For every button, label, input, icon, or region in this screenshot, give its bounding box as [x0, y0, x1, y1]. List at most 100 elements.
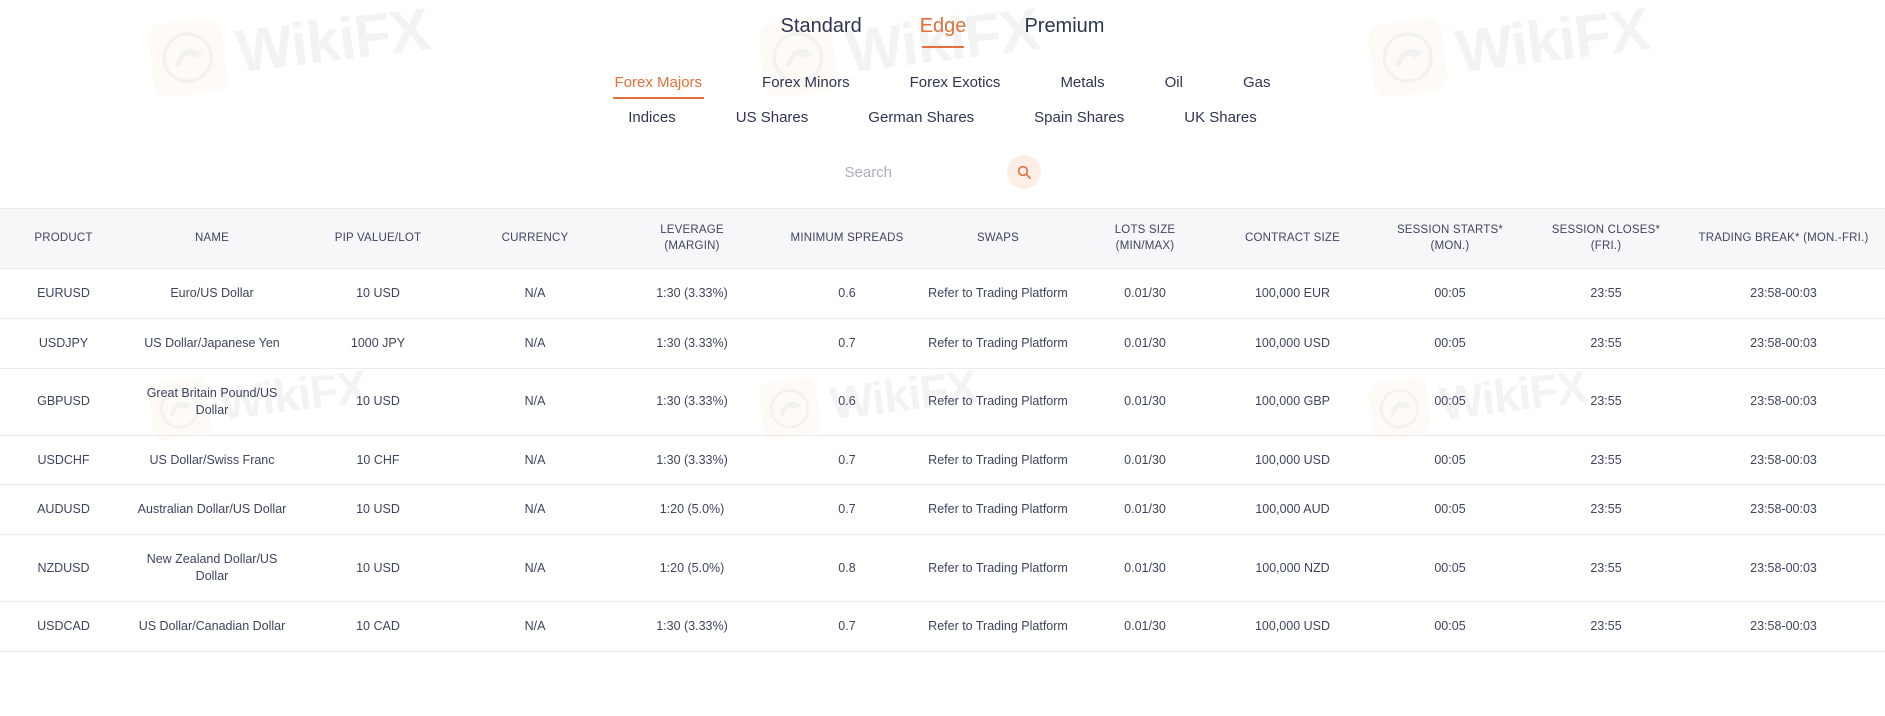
- col-trading-break: TRADING BREAK* (MON.-FRI.): [1698, 231, 1869, 244]
- table-row: NZDUSD New Zealand Dollar/US Dollar 10 U…: [0, 534, 1885, 603]
- cell-name: US Dollar/Canadian Dollar: [127, 601, 297, 652]
- cell-product: USDJPY: [0, 318, 127, 369]
- nav-forex-majors[interactable]: Forex Majors: [585, 74, 733, 99]
- cell-pip-value-lot: 10 USD: [297, 484, 459, 536]
- cell-pip-value-lot: 10 CAD: [297, 601, 459, 652]
- cell-trading-break: 23:58-00:03: [1682, 435, 1885, 486]
- table-body: EURUSD Euro/US Dollar 10 USD N/A 1:30 (3…: [0, 268, 1885, 652]
- cell-swaps: Refer to Trading Platform: [921, 368, 1075, 436]
- cell-lots-size: 0.01/30: [1075, 601, 1215, 652]
- cell-session-closes: 23:55: [1530, 534, 1682, 603]
- cell-leverage: 1:30 (3.33%): [611, 268, 773, 319]
- col-contract-size: CONTRACT SIZE: [1244, 231, 1341, 244]
- conditions-table-wrapper: PRODUCT NAME PIP VALUE/LOT CURRENCY LEVE…: [0, 208, 1885, 652]
- tab-edge[interactable]: Edge: [920, 15, 966, 48]
- cell-product: USDCAD: [0, 601, 127, 652]
- col-currency: CURRENCY: [501, 231, 569, 244]
- cell-session-closes: 23:55: [1530, 435, 1682, 486]
- cell-product: AUDUSD: [0, 484, 127, 536]
- cell-trading-break: 23:58-00:03: [1682, 318, 1885, 369]
- tab-standard[interactable]: Standard: [781, 15, 862, 48]
- nav-us-shares[interactable]: US Shares: [706, 109, 839, 134]
- cell-leverage: 1:30 (3.33%): [611, 368, 773, 436]
- cell-currency: N/A: [459, 268, 611, 319]
- cell-lots-size: 0.01/30: [1075, 318, 1215, 369]
- cell-session-starts: 00:05: [1370, 435, 1530, 486]
- col-swaps: SWAPS: [976, 231, 1020, 244]
- cell-session-closes: 23:55: [1530, 601, 1682, 652]
- cell-leverage: 1:30 (3.33%): [611, 435, 773, 486]
- table-row: USDCHF US Dollar/Swiss Franc 10 CHF N/A …: [0, 435, 1885, 486]
- cell-trading-break: 23:58-00:03: [1682, 601, 1885, 652]
- cell-session-starts: 00:05: [1370, 268, 1530, 319]
- nav-spain-shares[interactable]: Spain Shares: [1004, 109, 1154, 134]
- nav-forex-minors[interactable]: Forex Minors: [732, 74, 880, 99]
- cell-trading-break: 23:58-00:03: [1682, 268, 1885, 319]
- cell-minimum-spreads: 0.7: [773, 601, 921, 652]
- nav-uk-shares[interactable]: UK Shares: [1154, 109, 1287, 134]
- cell-lots-size: 0.01/30: [1075, 534, 1215, 603]
- cell-session-starts: 00:05: [1370, 368, 1530, 436]
- cell-name: Australian Dollar/US Dollar: [127, 484, 297, 536]
- cell-session-starts: 00:05: [1370, 318, 1530, 369]
- cell-trading-break: 23:58-00:03: [1682, 534, 1885, 603]
- cell-minimum-spreads: 0.6: [773, 268, 921, 319]
- table-row: USDCAD US Dollar/Canadian Dollar 10 CAD …: [0, 601, 1885, 652]
- category-nav: Forex Majors Forex Minors Forex Exotics …: [393, 74, 1493, 134]
- nav-oil[interactable]: Oil: [1135, 74, 1213, 99]
- cell-product: EURUSD: [0, 268, 127, 319]
- cell-swaps: Refer to Trading Platform: [921, 484, 1075, 536]
- cell-name: Euro/US Dollar: [127, 268, 297, 319]
- nav-indices[interactable]: Indices: [598, 109, 706, 134]
- cell-currency: N/A: [459, 484, 611, 536]
- search-icon: [1016, 164, 1032, 180]
- cell-session-closes: 23:55: [1530, 368, 1682, 436]
- cell-minimum-spreads: 0.6: [773, 368, 921, 436]
- nav-german-shares[interactable]: German Shares: [838, 109, 1004, 134]
- nav-metals[interactable]: Metals: [1030, 74, 1134, 99]
- cell-name: New Zealand Dollar/US Dollar: [127, 534, 297, 603]
- cell-leverage: 1:30 (3.33%): [611, 318, 773, 369]
- col-session-starts: SESSION STARTS* (MON.): [1396, 224, 1504, 252]
- conditions-table: PRODUCT NAME PIP VALUE/LOT CURRENCY LEVE…: [0, 208, 1885, 652]
- cell-swaps: Refer to Trading Platform: [921, 435, 1075, 486]
- table-row: GBPUSD Great Britain Pound/US Dollar 10 …: [0, 368, 1885, 436]
- cell-swaps: Refer to Trading Platform: [921, 534, 1075, 603]
- search-input[interactable]: [844, 163, 955, 181]
- cell-currency: N/A: [459, 435, 611, 486]
- category-nav-row-1: Forex Majors Forex Minors Forex Exotics …: [393, 74, 1493, 99]
- cell-currency: N/A: [459, 318, 611, 369]
- cell-lots-size: 0.01/30: [1075, 435, 1215, 486]
- cell-pip-value-lot: 10 USD: [297, 368, 459, 436]
- col-minimum-spreads: MINIMUM SPREADS: [790, 231, 904, 244]
- cell-lots-size: 0.01/30: [1075, 268, 1215, 319]
- cell-name: US Dollar/Japanese Yen: [127, 318, 297, 369]
- nav-gas[interactable]: Gas: [1213, 74, 1301, 99]
- table-row: USDJPY US Dollar/Japanese Yen 1000 JPY N…: [0, 318, 1885, 369]
- cell-currency: N/A: [459, 534, 611, 603]
- tab-premium[interactable]: Premium: [1024, 15, 1104, 48]
- cell-currency: N/A: [459, 601, 611, 652]
- cell-swaps: Refer to Trading Platform: [921, 268, 1075, 319]
- cell-contract-size: 100,000 NZD: [1215, 534, 1370, 603]
- cell-trading-break: 23:58-00:03: [1682, 368, 1885, 436]
- nav-forex-exotics[interactable]: Forex Exotics: [880, 74, 1031, 99]
- cell-pip-value-lot: 1000 JPY: [297, 318, 459, 369]
- cell-minimum-spreads: 0.8: [773, 534, 921, 603]
- cell-contract-size: 100,000 AUD: [1215, 484, 1370, 536]
- cell-product: USDCHF: [0, 435, 127, 486]
- cell-session-closes: 23:55: [1530, 484, 1682, 536]
- cell-trading-break: 23:58-00:03: [1682, 484, 1885, 536]
- cell-minimum-spreads: 0.7: [773, 484, 921, 536]
- cell-name: Great Britain Pound/US Dollar: [127, 368, 297, 436]
- cell-contract-size: 100,000 EUR: [1215, 268, 1370, 319]
- cell-contract-size: 100,000 USD: [1215, 435, 1370, 486]
- search-button[interactable]: [1006, 155, 1041, 189]
- cell-lots-size: 0.01/30: [1075, 368, 1215, 436]
- cell-session-closes: 23:55: [1530, 318, 1682, 369]
- table-row: AUDUSD Australian Dollar/US Dollar 10 US…: [0, 484, 1885, 536]
- search-bar: [0, 152, 1885, 192]
- cell-product: GBPUSD: [0, 368, 127, 436]
- trading-conditions-page: WikiFX WikiFX WikiFX WikiFX WikiFX WikiF…: [0, 0, 1885, 716]
- col-session-closes: SESSION CLOSES* (FRI.): [1551, 224, 1661, 252]
